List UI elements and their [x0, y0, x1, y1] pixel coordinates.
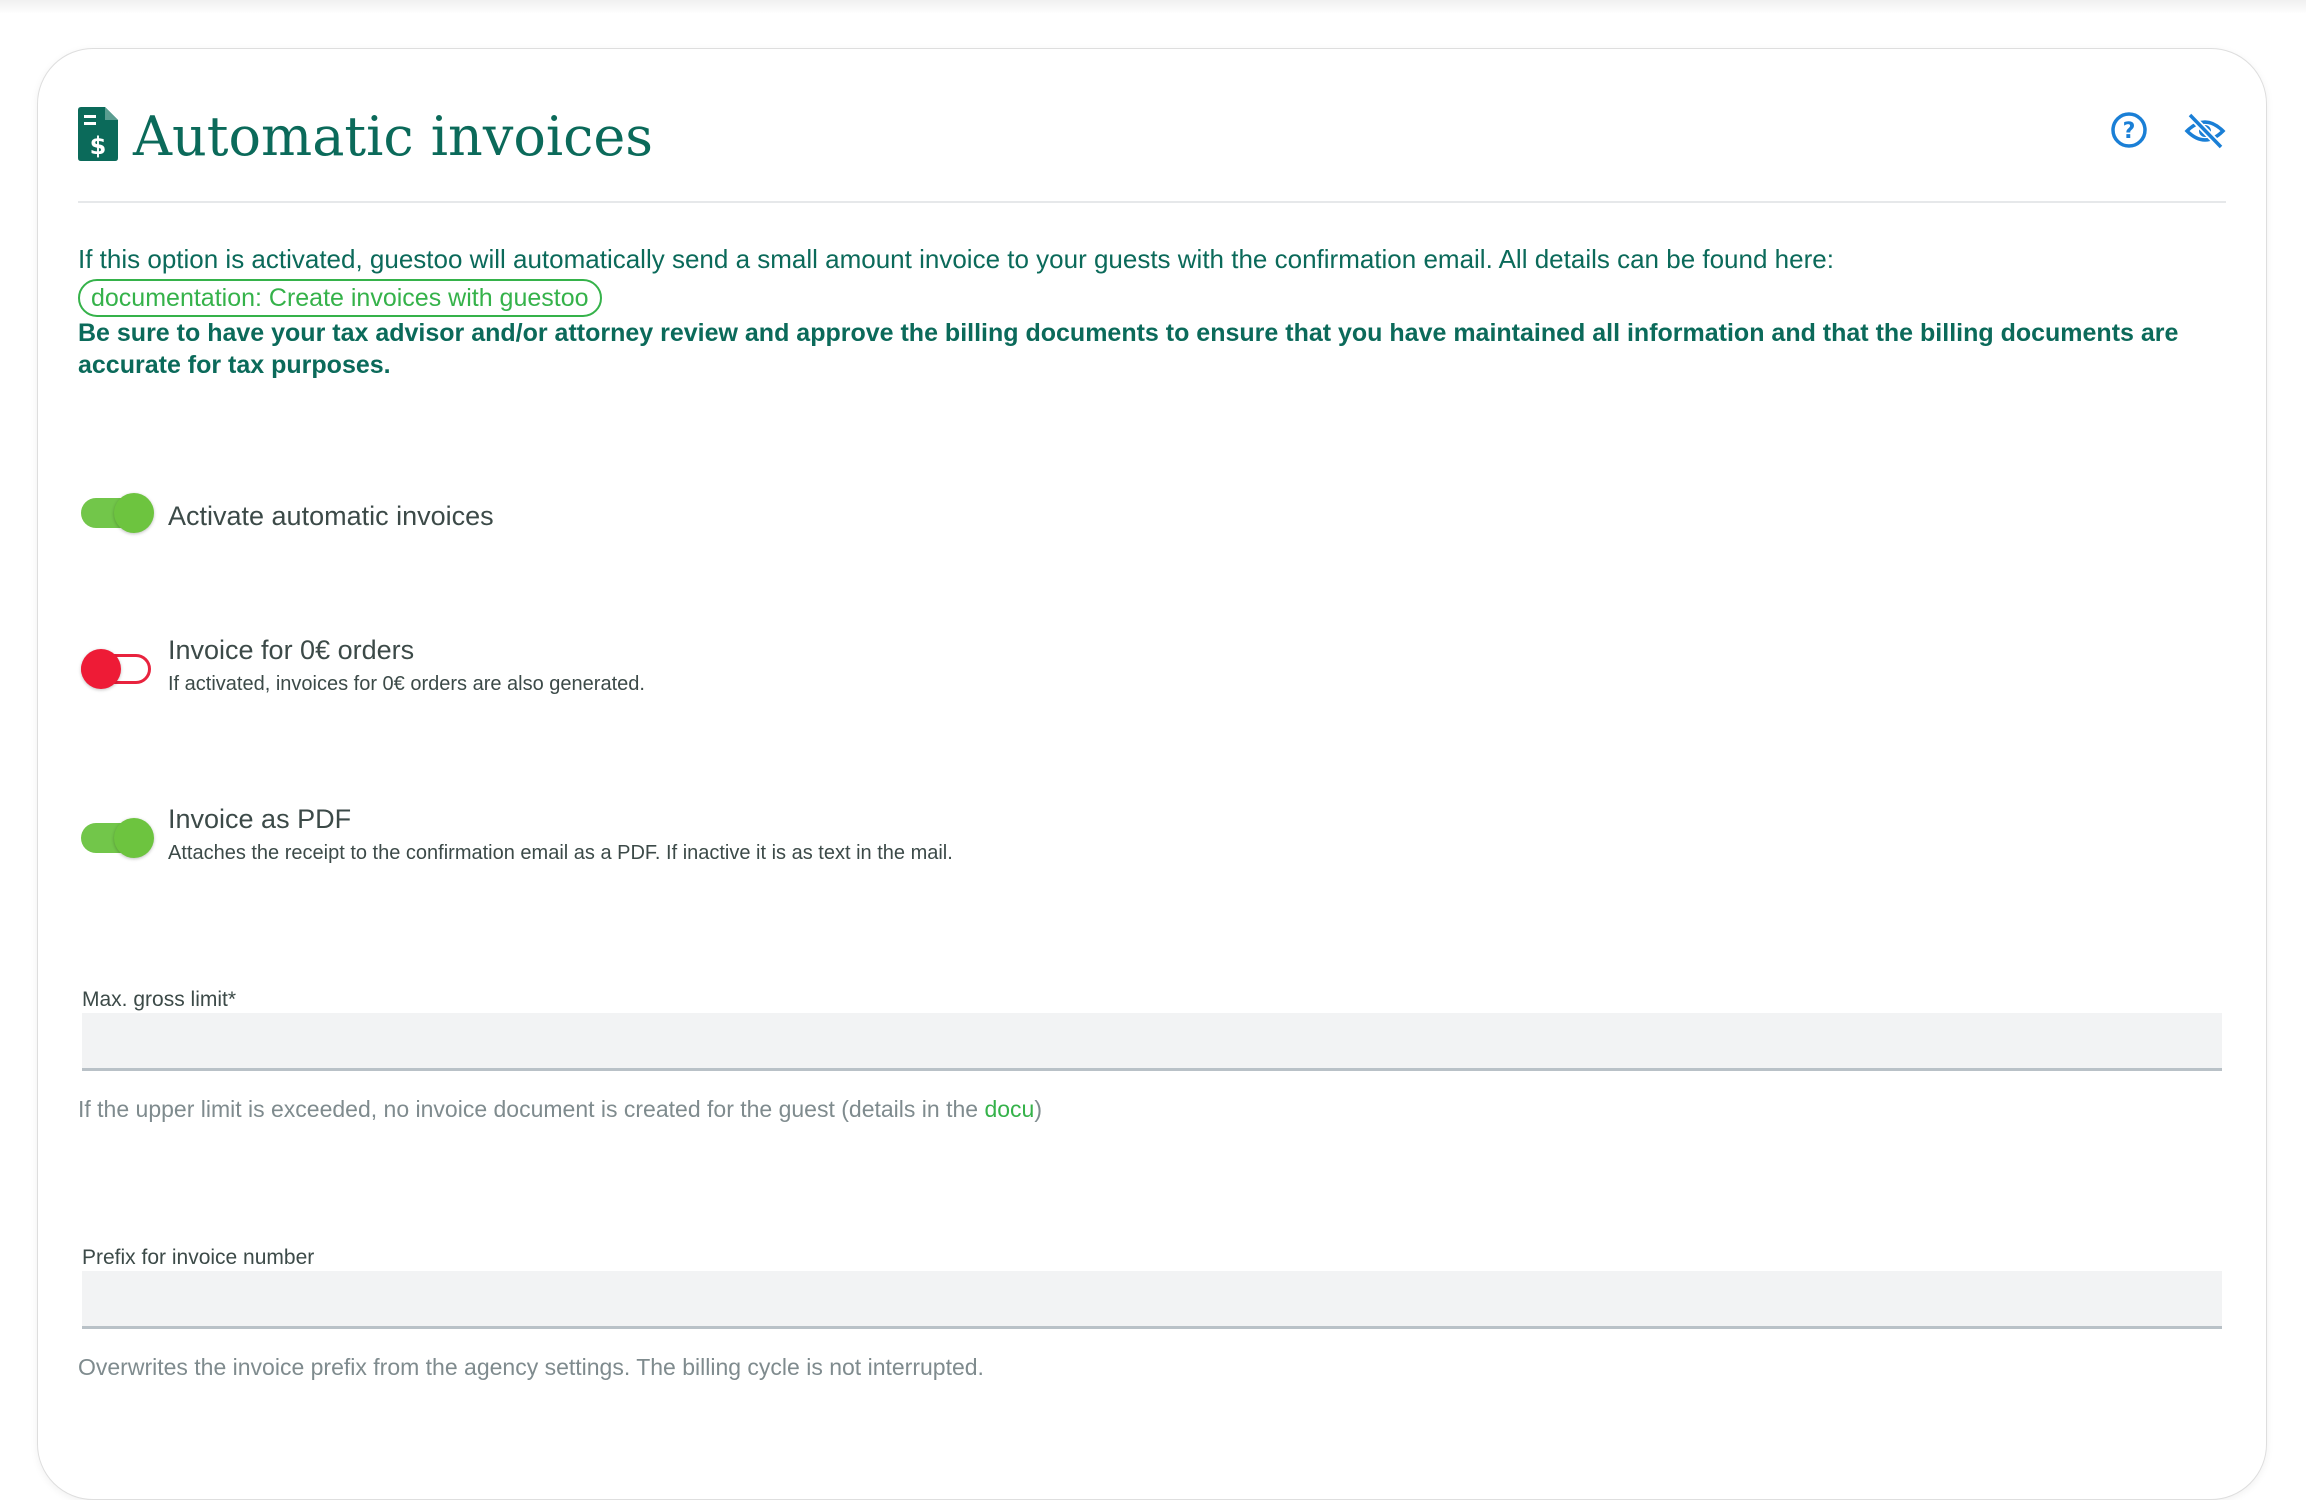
- page-title: Automatic invoices: [133, 105, 654, 168]
- help-circle-icon[interactable]: ?: [2110, 111, 2148, 149]
- intro-text: If this option is activated, guestoo wil…: [78, 244, 1834, 274]
- max-gross-limit-label: Max. gross limit*: [82, 988, 237, 1011]
- toggle-label: Activate automatic invoices: [168, 501, 494, 531]
- activate-invoices-toggle[interactable]: [81, 489, 154, 533]
- help-text-end: ): [1034, 1096, 1042, 1122]
- invoice-prefix-input[interactable]: [82, 1271, 2222, 1329]
- toggle-knob: [114, 818, 154, 858]
- tax-warning: Be sure to have your tax advisor and/or …: [78, 319, 2179, 379]
- card-header: $ Automatic invoices ?: [78, 103, 2226, 203]
- top-shadow: [0, 0, 2306, 14]
- help-text: If the upper limit is exceeded, no invoi…: [78, 1096, 985, 1122]
- svg-text:?: ?: [2123, 119, 2136, 144]
- settings-card: $ Automatic invoices ? If this option is…: [37, 48, 2267, 1500]
- max-gross-limit-help: If the upper limit is exceeded, no invoi…: [78, 1094, 1042, 1124]
- max-gross-limit-input[interactable]: [82, 1013, 2222, 1071]
- svg-text:$: $: [90, 132, 107, 160]
- invoice-pdf-toggle[interactable]: [81, 814, 154, 858]
- toggle-help-text: Attaches the receipt to the confirmation…: [168, 842, 953, 864]
- toggle-knob: [81, 649, 121, 689]
- invoice-prefix-help: Overwrites the invoice prefix from the a…: [78, 1354, 984, 1380]
- docu-link[interactable]: docu: [984, 1096, 1034, 1122]
- toggle-help-text: If activated, invoices for 0€ orders are…: [168, 673, 645, 695]
- toggle-label: Invoice for 0€ orders: [168, 635, 415, 665]
- toggle-knob: [114, 493, 154, 533]
- header-divider: [78, 201, 2226, 203]
- zero-orders-toggle[interactable]: [81, 645, 151, 689]
- invoice-dollar-icon: $: [78, 107, 118, 161]
- intro-section: If this option is activated, guestoo wil…: [78, 243, 2226, 381]
- toggle-label: Invoice as PDF: [168, 804, 352, 834]
- invoice-prefix-label: Prefix for invoice number: [82, 1246, 315, 1269]
- documentation-link[interactable]: documentation: Create invoices with gues…: [78, 279, 602, 317]
- eye-slash-icon[interactable]: [2184, 111, 2226, 151]
